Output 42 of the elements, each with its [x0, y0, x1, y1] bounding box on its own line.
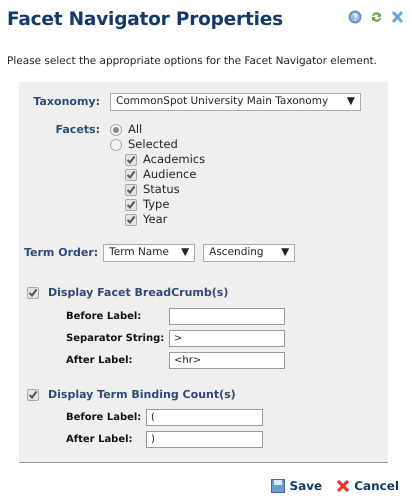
checkbox[interactable]	[125, 198, 137, 210]
input-field[interactable]: (	[146, 409, 263, 426]
input-field[interactable]: <hr>	[169, 352, 285, 368]
facet-label: Audience	[143, 166, 196, 183]
help-icon[interactable]	[348, 10, 362, 24]
field-label: Before Label:	[66, 411, 142, 425]
taxonomy-select[interactable]: CommonSpot University Main Taxonomy ▼	[110, 93, 361, 111]
checkbox[interactable]	[125, 168, 137, 180]
save-button[interactable]: Save	[271, 477, 322, 495]
field-label: After Label:	[66, 354, 134, 368]
checkbox[interactable]	[125, 214, 137, 226]
checkbox[interactable]	[125, 154, 137, 166]
facet-label: Academics	[143, 150, 206, 168]
option-label: Selected	[128, 136, 178, 153]
option-label: All	[128, 120, 142, 138]
cancel-icon	[336, 479, 350, 493]
section-label: Display Term Binding Count(s)	[48, 386, 236, 402]
refresh-icon[interactable]	[370, 10, 383, 24]
checkbox[interactable]	[125, 184, 137, 196]
radio-button[interactable]	[110, 138, 122, 150]
field-label: Before Label:	[66, 310, 142, 324]
checkbox[interactable]	[27, 287, 39, 300]
field-label: After Label:	[66, 433, 134, 447]
cancel-button[interactable]: Cancel	[336, 477, 399, 495]
checkbox[interactable]	[27, 388, 39, 401]
facets-label: Facets:	[54, 122, 100, 138]
description-text: Please select the appropriate options for the Facet Navigator element.	[6, 54, 378, 69]
term-order-select[interactable]: Term Name ▼	[103, 244, 196, 262]
facet-label: Status	[143, 180, 180, 198]
section-label: Display Facet BreadCrumb(s)	[48, 285, 228, 301]
facet-label: Year	[143, 210, 168, 228]
dialog-title: Facet Navigator Properties	[7, 8, 283, 32]
taxonomy-label: Taxonomy:	[32, 94, 100, 110]
term-order-select[interactable]: Ascending ▼	[203, 244, 296, 262]
input-field[interactable]: )	[146, 431, 263, 448]
term-order-label: Term Order:	[24, 244, 98, 261]
field-label: Separator String:	[66, 332, 166, 346]
close-icon[interactable]	[391, 10, 404, 24]
input-field[interactable]	[169, 308, 285, 324]
radio-button[interactable]	[110, 124, 122, 136]
input-field[interactable]: >	[169, 330, 285, 346]
facet-label: Type	[143, 196, 170, 213]
